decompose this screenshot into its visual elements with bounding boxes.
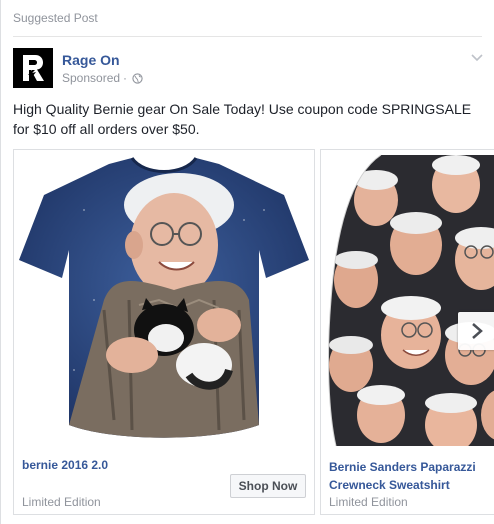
rage-on-logo-icon bbox=[23, 55, 44, 81]
product-image-sweatshirt[interactable] bbox=[321, 150, 494, 446]
item-2-title-link[interactable]: Bernie Sanders Paparazzi Crewneck Sweats… bbox=[329, 458, 494, 494]
item-1-subtitle: Limited Edition bbox=[22, 495, 101, 509]
advertiser-avatar[interactable] bbox=[13, 48, 53, 88]
chevron-right-icon bbox=[472, 323, 483, 339]
tshirt-image bbox=[19, 157, 309, 438]
post-text: High Quality Bernie gear On Sale Today! … bbox=[13, 101, 472, 137]
chevron-down-icon[interactable] bbox=[470, 50, 484, 64]
carousel-next-button[interactable] bbox=[458, 312, 494, 350]
sponsored-label[interactable]: Sponsored bbox=[62, 71, 120, 85]
sweatshirt-image bbox=[328, 154, 494, 446]
product-image-tshirt[interactable] bbox=[14, 150, 314, 446]
globe-icon bbox=[132, 72, 143, 84]
suggested-post-label: Suggested Post bbox=[13, 11, 98, 25]
item-1-title-link[interactable]: bernie 2016 2.0 bbox=[22, 458, 108, 472]
meta-separator: · bbox=[123, 71, 128, 85]
shop-now-button[interactable]: Shop Now bbox=[230, 474, 306, 498]
carousel[interactable]: bernie 2016 2.0 Limited Edition Shop Now bbox=[13, 149, 494, 519]
item-2-subtitle: Limited Edition bbox=[329, 495, 408, 509]
suggested-post-card: Suggested Post Rage On Sponsored · High … bbox=[0, 0, 494, 524]
advertiser-name-link[interactable]: Rage On bbox=[62, 52, 120, 68]
sponsored-row: Sponsored · bbox=[62, 71, 143, 85]
header-divider bbox=[13, 36, 482, 37]
carousel-item-1[interactable]: bernie 2016 2.0 Limited Edition Shop Now bbox=[13, 149, 315, 515]
